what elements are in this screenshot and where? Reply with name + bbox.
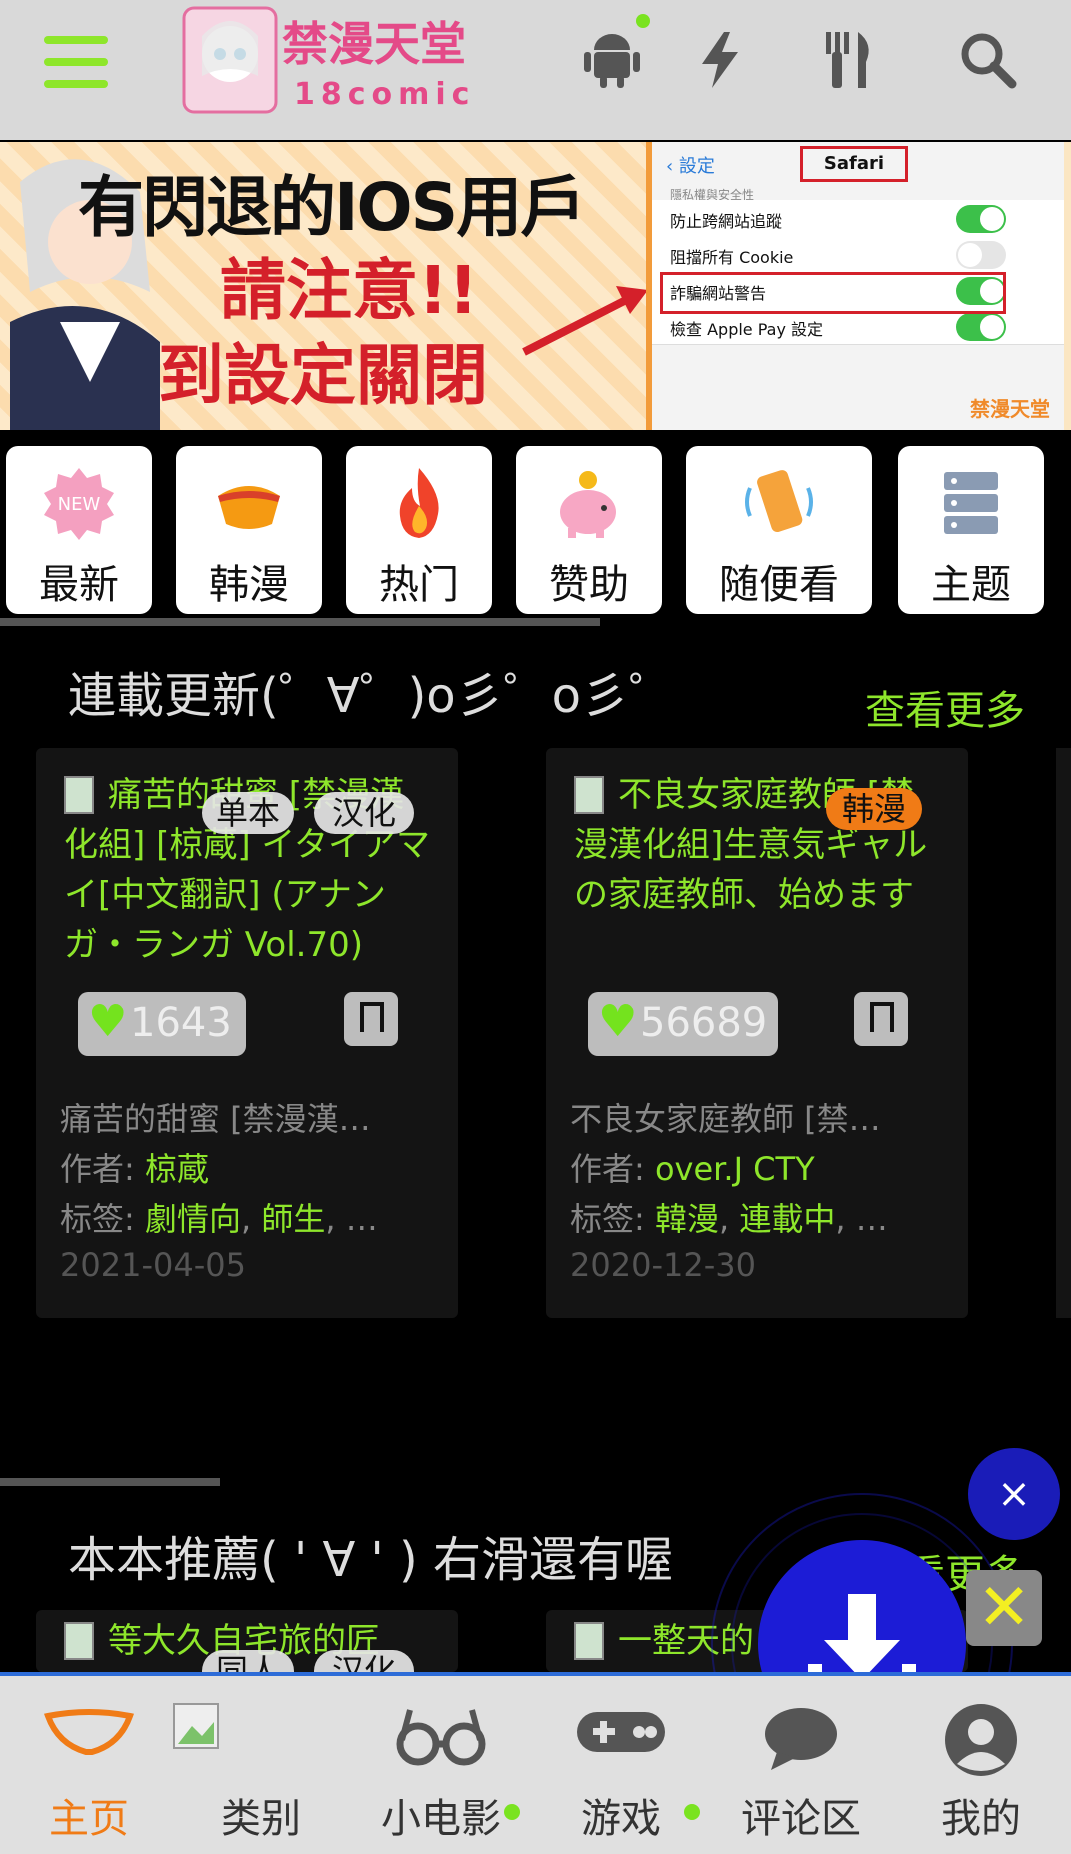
like-count[interactable]: ♥ 1643	[78, 992, 246, 1056]
category-topic[interactable]: 主题	[898, 446, 1044, 614]
section-scroll-indicator	[0, 1478, 220, 1486]
card-tags: 标签: 韓漫, 連載中, …	[570, 1200, 888, 1238]
section-serial-title: 連載更新(゜∀゜)o彡゜o彡゜	[68, 668, 678, 724]
nav-profile[interactable]: 我的	[892, 1676, 1070, 1854]
tag-pill: 单本	[202, 792, 294, 834]
category-label: 赞助	[549, 562, 629, 608]
section-recommend-title: 本本推薦( ' ∀ ' ) 右滑還有喔	[68, 1532, 673, 1588]
manhwa-icon	[218, 486, 280, 529]
category-random[interactable]: 随便看	[686, 446, 872, 614]
category-label: 最新	[39, 562, 119, 608]
banner-line-3: 到設定關閉	[158, 337, 488, 414]
tag-pill: 韩漫	[826, 788, 922, 830]
comic-card[interactable]: 痛苦的甜蜜 [禁漫漢化組] [椋蔵] イタイアマイ[中文翻訳] (アナンガ・ラン…	[36, 748, 458, 1318]
new-badge-icon: NEW	[44, 468, 114, 540]
bookmark-icon[interactable]	[854, 992, 908, 1046]
bookmark-icon[interactable]	[344, 992, 398, 1046]
card-short-title: 痛苦的甜蜜 [禁漫漢…	[60, 1100, 371, 1138]
underwear-icon	[44, 1709, 134, 1755]
fire-icon	[399, 468, 439, 538]
section-serial-more-link[interactable]: 查看更多	[865, 678, 1025, 736]
next-card-peek	[1056, 748, 1071, 1318]
toggle-on	[956, 205, 1006, 233]
nav-category[interactable]: 类别	[172, 1676, 350, 1854]
notification-dot	[636, 14, 650, 28]
category-new[interactable]: NEW 最新	[6, 446, 152, 614]
nav-label: 主页	[49, 1796, 129, 1842]
category-label: 热门	[379, 562, 459, 608]
phone-row: 阻擋所有 Cookie	[652, 236, 1064, 273]
server-icon	[944, 472, 998, 534]
comic-card[interactable]: 不良女家庭教師 [禁漫漢化組]生意気ギャルの家庭教師、始めます 韩漫 ♥ 5668…	[546, 748, 968, 1318]
category-row: NEW 最新 韩漫 热门 赞助 随便看 主题	[0, 430, 1071, 620]
shaking-phone-icon	[745, 470, 813, 533]
user-icon	[945, 1704, 1017, 1776]
category-label: 主题	[931, 562, 1011, 608]
card-date: 2021-04-05	[60, 1246, 246, 1284]
chat-bubble-icon	[765, 1708, 837, 1770]
android-icon[interactable]	[582, 30, 642, 90]
close-fab-button[interactable]: ×	[968, 1448, 1060, 1540]
safari-settings-screenshot: ‹ 設定 Safari 隱私權與安全性 防止跨網站追蹤 阻擋所有 Cookie …	[646, 142, 1064, 430]
tag-pill: 汉化	[314, 1650, 414, 1672]
ios-notice-banner[interactable]: 有閃退的IOS用戶 請注意!! 到設定關閉 ‹ 設定 Safari 隱私權與安全…	[0, 142, 1071, 430]
nav-label: 类别	[221, 1796, 301, 1842]
fork-knife-icon[interactable]	[818, 30, 878, 90]
card-short-title: 不良女家庭教師 [禁…	[570, 1100, 881, 1138]
category-manhwa[interactable]: 韩漫	[176, 446, 322, 614]
svg-text:NEW: NEW	[58, 494, 101, 515]
category-label: 随便看	[719, 562, 839, 608]
nav-games[interactable]: 游戏	[532, 1676, 710, 1854]
phone-title: Safari	[800, 146, 908, 182]
heart-icon: ♥	[88, 996, 128, 1047]
dismiss-button[interactable]: ✕	[966, 1570, 1042, 1646]
card-tags: 标签: 劇情向, 師生, …	[60, 1200, 378, 1238]
menu-icon[interactable]	[44, 36, 108, 88]
phone-row: 防止跨網站追蹤	[652, 200, 1064, 237]
glasses-icon	[396, 1709, 486, 1766]
card-author: 作者: over.J CTY	[570, 1150, 815, 1188]
lightning-icon[interactable]	[690, 30, 750, 90]
heart-icon: ♥	[598, 996, 638, 1047]
site-logo[interactable]: 禁漫天堂 18comic	[182, 6, 528, 114]
gamepad-icon	[577, 1712, 665, 1752]
tag-pill: 同人	[202, 1650, 294, 1672]
broken-image-icon	[173, 1703, 219, 1749]
nav-label: 小电影	[381, 1796, 501, 1842]
nav-label: 游戏	[581, 1796, 661, 1842]
like-count[interactable]: ♥ 56689	[588, 992, 778, 1056]
logo-text: 禁漫天堂	[282, 17, 466, 71]
phone-back: ‹ 設定	[666, 156, 715, 177]
notification-dot	[684, 1804, 700, 1820]
toggle-on	[956, 313, 1006, 341]
bottom-navigation: 主页 类别 小电影 游戏 评论区 我的	[0, 1676, 1071, 1854]
notification-dot	[504, 1804, 520, 1820]
highlight-box	[660, 272, 1006, 314]
search-icon[interactable]	[958, 30, 1018, 90]
nav-label: 我的	[941, 1796, 1021, 1842]
card-author: 作者: 椋蔵	[60, 1150, 209, 1188]
piggy-bank-icon	[560, 471, 616, 538]
nav-home[interactable]: 主页	[0, 1676, 178, 1854]
nav-videos[interactable]: 小电影	[352, 1676, 530, 1854]
toggle-off	[956, 241, 1006, 269]
tag-pill: 汉化	[314, 792, 414, 834]
card-date: 2020-12-30	[570, 1246, 756, 1284]
banner-line-1: 有閃退的IOS用戶	[78, 169, 586, 246]
nav-comments[interactable]: 评论区	[712, 1676, 890, 1854]
banner-line-2: 請注意!!	[220, 252, 479, 329]
nav-label: 评论区	[741, 1796, 861, 1842]
red-arrow-icon	[522, 286, 648, 356]
comic-card[interactable]: 等大久自宅旅的匠 同人 汉化	[36, 1610, 458, 1672]
category-sponsor[interactable]: 赞助	[516, 446, 662, 614]
category-label: 韩漫	[209, 562, 289, 608]
top-header: 禁漫天堂 18comic	[0, 0, 1071, 140]
logo-subtext: 18comic	[294, 77, 475, 112]
category-scroll-indicator	[0, 618, 600, 626]
category-hot[interactable]: 热门	[346, 446, 492, 614]
banner-brand: 禁漫天堂	[970, 397, 1050, 421]
